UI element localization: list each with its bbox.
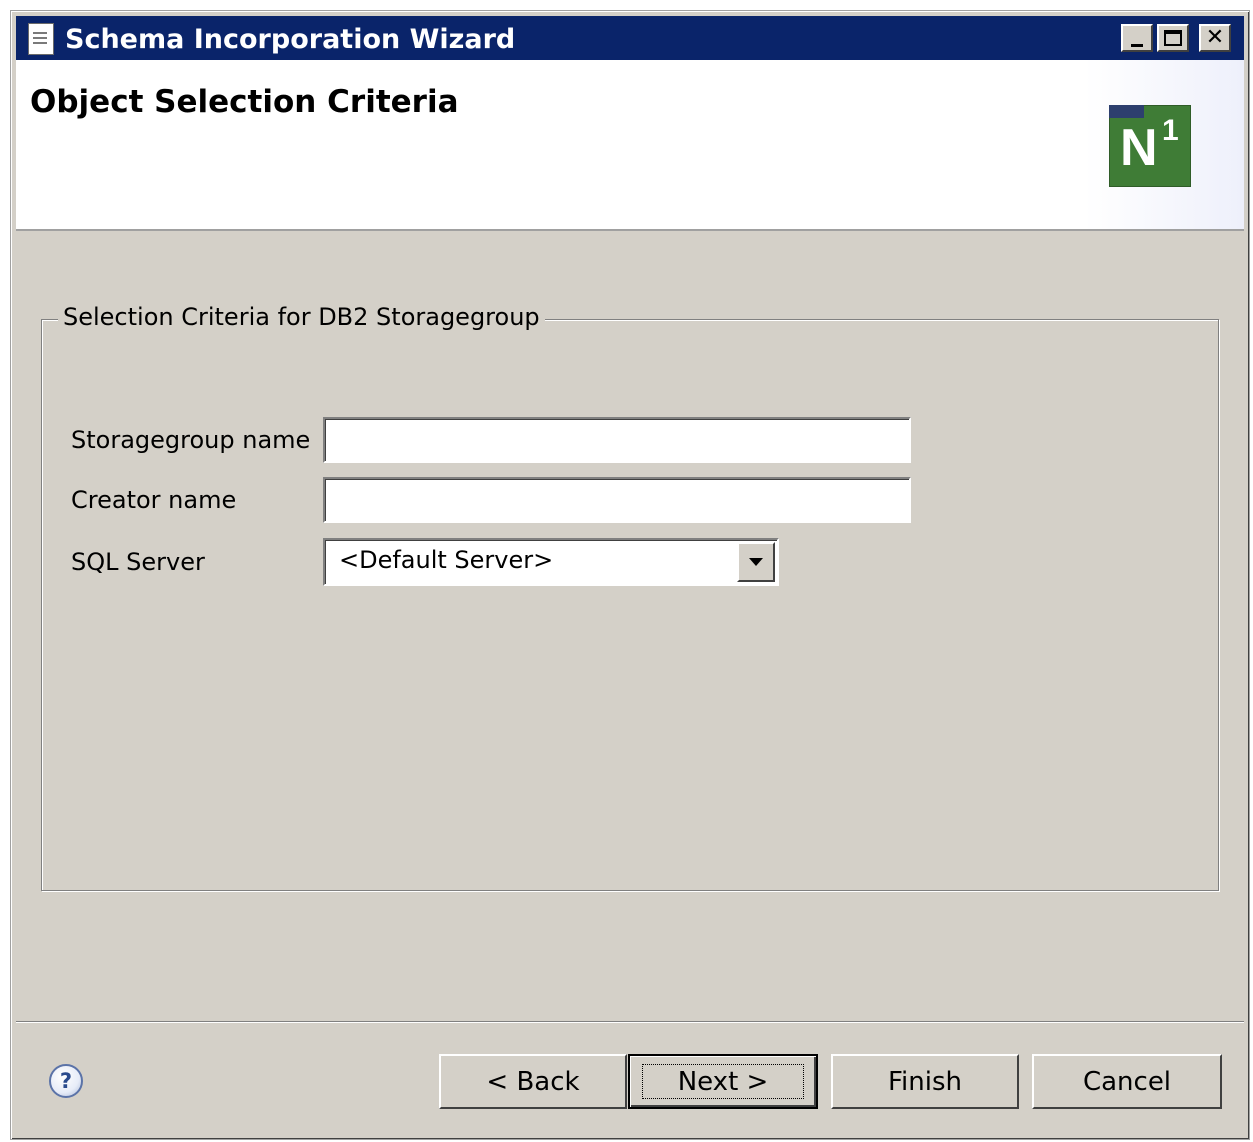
storagegroup-name-input[interactable] bbox=[323, 417, 911, 463]
selection-criteria-group: Selection Criteria for DB2 Storagegroup … bbox=[41, 303, 1219, 891]
back-button[interactable]: < Back bbox=[439, 1054, 627, 1109]
sql-server-select[interactable]: <Default Server> bbox=[323, 538, 779, 586]
cancel-button-label: Cancel bbox=[1082, 1066, 1172, 1097]
close-button[interactable]: ✕ bbox=[1199, 24, 1231, 52]
document-icon bbox=[28, 23, 54, 55]
chevron-down-icon[interactable] bbox=[737, 542, 775, 582]
help-icon[interactable]: ? bbox=[49, 1064, 83, 1098]
sql-server-label: SQL Server bbox=[71, 548, 205, 576]
creator-name-label: Creator name bbox=[71, 486, 237, 514]
next-button-label: Next > bbox=[677, 1066, 769, 1097]
creator-name-input[interactable] bbox=[323, 477, 911, 523]
wizard-window: Schema Incorporation Wizard ✕ Object Sel… bbox=[10, 10, 1250, 1140]
title-bar[interactable]: Schema Incorporation Wizard ✕ bbox=[16, 16, 1244, 60]
help-symbol: ? bbox=[59, 1069, 73, 1093]
minimize-icon bbox=[1131, 43, 1143, 47]
storagegroup-name-label: Storagegroup name bbox=[71, 426, 311, 454]
next-button[interactable]: Next > bbox=[628, 1054, 818, 1109]
logo-bar bbox=[1109, 105, 1144, 118]
window-title: Schema Incorporation Wizard bbox=[65, 24, 516, 55]
maximize-button[interactable] bbox=[1157, 24, 1189, 52]
close-icon: ✕ bbox=[1205, 25, 1225, 50]
back-button-label: < Back bbox=[486, 1066, 580, 1097]
n1-logo: N 1 bbox=[1109, 105, 1191, 187]
group-legend: Selection Criteria for DB2 Storagegroup bbox=[58, 303, 545, 331]
logo-superscript: 1 bbox=[1162, 114, 1179, 147]
logo-letter: N bbox=[1120, 119, 1158, 177]
cancel-button[interactable]: Cancel bbox=[1032, 1054, 1222, 1109]
finish-button[interactable]: Finish bbox=[831, 1054, 1019, 1109]
sql-server-selected-value: <Default Server> bbox=[339, 546, 554, 574]
minimize-button[interactable] bbox=[1121, 24, 1153, 52]
maximize-icon bbox=[1164, 30, 1182, 46]
footer-separator bbox=[16, 1021, 1244, 1023]
page-title: Object Selection Criteria bbox=[30, 84, 459, 120]
wizard-header: Object Selection Criteria N 1 bbox=[16, 60, 1244, 231]
finish-button-label: Finish bbox=[887, 1066, 962, 1097]
